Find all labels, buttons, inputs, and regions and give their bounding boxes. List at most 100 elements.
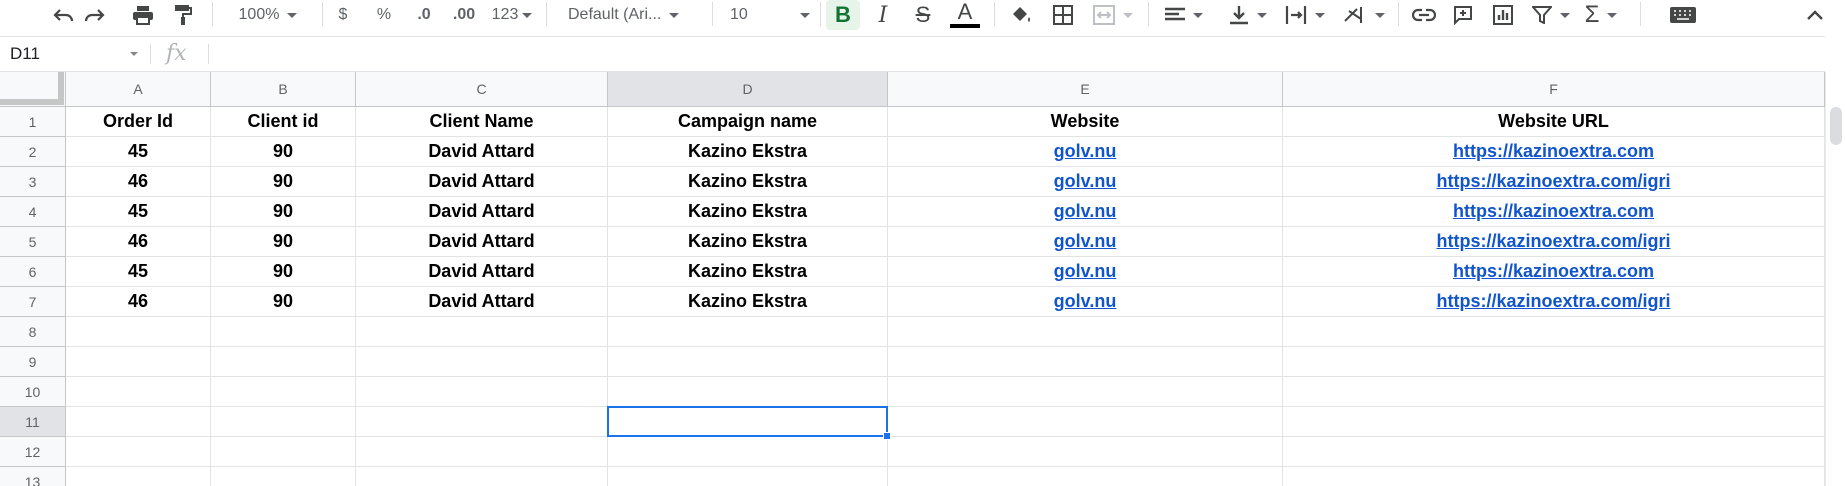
filter-icon[interactable]: [1530, 0, 1572, 30]
cell-f2[interactable]: https://kazinoextra.com: [1283, 137, 1825, 167]
cell-a1[interactable]: Order Id: [66, 107, 211, 137]
strikethrough-button[interactable]: S: [908, 0, 938, 30]
cell-link[interactable]: https://kazinoextra.com/igri: [1436, 231, 1670, 252]
cell-d5[interactable]: Kazino Ekstra: [608, 227, 888, 257]
cell-a10[interactable]: [66, 377, 211, 407]
functions-icon[interactable]: Σ: [1578, 0, 1624, 30]
italic-button[interactable]: I: [868, 0, 898, 30]
collapse-icon[interactable]: [1800, 0, 1830, 30]
cell-f12[interactable]: [1283, 437, 1825, 467]
cell-a3[interactable]: 46: [66, 167, 211, 197]
cell-a6[interactable]: 45: [66, 257, 211, 287]
cell-d7[interactable]: Kazino Ekstra: [608, 287, 888, 317]
cell-e11[interactable]: [888, 407, 1283, 437]
bold-button[interactable]: B: [826, 0, 860, 30]
cell-b7[interactable]: 90: [211, 287, 356, 317]
row-header-4[interactable]: 4: [0, 197, 66, 227]
cell-e5[interactable]: golv.nu: [888, 227, 1283, 257]
cell-link[interactable]: golv.nu: [1054, 171, 1117, 192]
vertical-scrollbar[interactable]: [1825, 72, 1845, 486]
cell-b2[interactable]: 90: [211, 137, 356, 167]
cell-a7[interactable]: 46: [66, 287, 211, 317]
cell-c9[interactable]: [356, 347, 608, 377]
cell-b13[interactable]: [211, 467, 356, 486]
cell-e4[interactable]: golv.nu: [888, 197, 1283, 227]
cell-a9[interactable]: [66, 347, 211, 377]
text-rotation-icon[interactable]: [1340, 0, 1388, 30]
row-header-10[interactable]: 10: [0, 377, 66, 407]
cell-link[interactable]: https://kazinoextra.com/igri: [1436, 171, 1670, 192]
cell-f1[interactable]: Website URL: [1283, 107, 1825, 137]
cell-b5[interactable]: 90: [211, 227, 356, 257]
cell-f4[interactable]: https://kazinoextra.com: [1283, 197, 1825, 227]
name-box[interactable]: D11: [0, 37, 148, 71]
cell-e6[interactable]: golv.nu: [888, 257, 1283, 287]
cell-a13[interactable]: [66, 467, 211, 486]
link-icon[interactable]: [1410, 0, 1438, 30]
cell-e8[interactable]: [888, 317, 1283, 347]
cell-c1[interactable]: Client Name: [356, 107, 608, 137]
cell-d10[interactable]: [608, 377, 888, 407]
column-header-c[interactable]: C: [356, 72, 608, 107]
cell-b1[interactable]: Client id: [211, 107, 356, 137]
cell-c4[interactable]: David Attard: [356, 197, 608, 227]
cell-b3[interactable]: 90: [211, 167, 356, 197]
undo-icon[interactable]: [48, 0, 78, 30]
borders-icon[interactable]: [1050, 0, 1076, 30]
cell-a2[interactable]: 45: [66, 137, 211, 167]
fill-handle[interactable]: [883, 432, 891, 440]
row-header-1[interactable]: 1: [0, 107, 66, 137]
cell-c12[interactable]: [356, 437, 608, 467]
vertical-align-icon[interactable]: [1226, 0, 1270, 30]
cell-a8[interactable]: [66, 317, 211, 347]
redo-icon[interactable]: [80, 0, 110, 30]
cell-d13[interactable]: [608, 467, 888, 486]
cell-f9[interactable]: [1283, 347, 1825, 377]
cell-a12[interactable]: [66, 437, 211, 467]
row-header-8[interactable]: 8: [0, 317, 66, 347]
column-header-e[interactable]: E: [888, 72, 1283, 107]
cell-d2[interactable]: Kazino Ekstra: [608, 137, 888, 167]
column-header-f[interactable]: F: [1283, 72, 1825, 107]
cell-f10[interactable]: [1283, 377, 1825, 407]
row-header-3[interactable]: 3: [0, 167, 66, 197]
cell-d6[interactable]: Kazino Ekstra: [608, 257, 888, 287]
row-header-2[interactable]: 2: [0, 137, 66, 167]
cell-f5[interactable]: https://kazinoextra.com/igri: [1283, 227, 1825, 257]
cell-link[interactable]: golv.nu: [1054, 141, 1117, 162]
cell-c5[interactable]: David Attard: [356, 227, 608, 257]
select-all-corner[interactable]: [0, 72, 66, 107]
text-wrapping-icon[interactable]: [1282, 0, 1328, 30]
column-header-b[interactable]: B: [211, 72, 356, 107]
cell-e10[interactable]: [888, 377, 1283, 407]
cell-e2[interactable]: golv.nu: [888, 137, 1283, 167]
formula-input[interactable]: [216, 37, 1716, 71]
cell-e13[interactable]: [888, 467, 1283, 486]
cell-e12[interactable]: [888, 437, 1283, 467]
freeze-row-handle[interactable]: [0, 99, 64, 105]
cell-b10[interactable]: [211, 377, 356, 407]
cell-d11[interactable]: [608, 407, 888, 437]
decrease-decimals-button[interactable]: .0: [410, 0, 438, 30]
cell-b8[interactable]: [211, 317, 356, 347]
cell-f7[interactable]: https://kazinoextra.com/igri: [1283, 287, 1825, 317]
cell-f6[interactable]: https://kazinoextra.com: [1283, 257, 1825, 287]
cell-c3[interactable]: David Attard: [356, 167, 608, 197]
cell-b9[interactable]: [211, 347, 356, 377]
cell-link[interactable]: golv.nu: [1054, 231, 1117, 252]
cell-b4[interactable]: 90: [211, 197, 356, 227]
cell-c2[interactable]: David Attard: [356, 137, 608, 167]
horizontal-align-icon[interactable]: [1162, 0, 1206, 30]
cell-link[interactable]: https://kazinoextra.com/igri: [1436, 291, 1670, 312]
row-header-13[interactable]: 13: [0, 467, 66, 486]
cell-b6[interactable]: 90: [211, 257, 356, 287]
increase-decimals-button[interactable]: .00: [448, 0, 480, 30]
cell-d9[interactable]: [608, 347, 888, 377]
cell-e9[interactable]: [888, 347, 1283, 377]
cell-e7[interactable]: golv.nu: [888, 287, 1283, 317]
more-formats-button[interactable]: 123: [488, 0, 536, 30]
cell-f3[interactable]: https://kazinoextra.com/igri: [1283, 167, 1825, 197]
cell-e3[interactable]: golv.nu: [888, 167, 1283, 197]
cell-d4[interactable]: Kazino Ekstra: [608, 197, 888, 227]
cell-link[interactable]: golv.nu: [1054, 201, 1117, 222]
